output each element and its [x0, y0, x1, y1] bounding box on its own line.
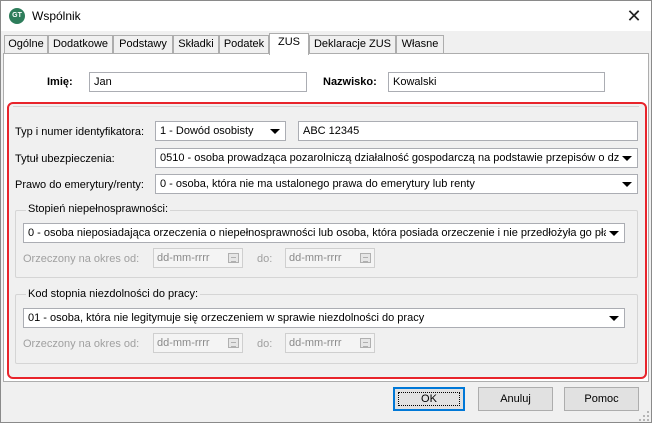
- incapacity-group: [15, 294, 638, 364]
- pension-right-label: Prawo do emerytury/renty:: [15, 179, 144, 191]
- calendar-icon[interactable]: [228, 253, 239, 263]
- last-name-label: Nazwisko:: [323, 76, 377, 88]
- section-divider: [13, 106, 639, 107]
- insurance-title-label: Tytuł ubezpieczenia:: [15, 153, 115, 165]
- first-name-label: Imię:: [47, 76, 73, 88]
- disability-period-to-label: do:: [257, 253, 273, 265]
- help-button[interactable]: Pomoc: [564, 387, 639, 411]
- calendar-icon[interactable]: [360, 253, 371, 263]
- tab-deklaracje-zus[interactable]: Deklaracje ZUS: [309, 35, 396, 54]
- incapacity-date-from[interactable]: dd-mm-rrrr: [153, 333, 243, 353]
- tab-wlasne[interactable]: Własne: [396, 35, 444, 54]
- incapacity-select[interactable]: 01 - osoba, która nie legitymuje się orz…: [23, 308, 625, 328]
- tab-skladki[interactable]: Składki: [173, 35, 219, 54]
- window-title: Wspólnik: [32, 9, 81, 23]
- app-icon: GT: [9, 8, 25, 24]
- id-type-value: 1 - Dowód osobisty: [160, 125, 254, 137]
- dialog-window: GT Wspólnik ✕ Ogólne Dodatkowe Podstawy …: [0, 0, 652, 423]
- tab-dodatkowe[interactable]: Dodatkowe: [48, 35, 113, 54]
- id-type-label: Typ i numer identyfikatora:: [15, 126, 145, 138]
- disability-date-to[interactable]: dd-mm-rrrr: [285, 248, 375, 268]
- resize-grip-icon[interactable]: [639, 411, 649, 421]
- tab-zus[interactable]: ZUS: [269, 33, 309, 55]
- chevron-down-icon: [609, 231, 619, 236]
- id-number-field[interactable]: ABC 12345: [298, 121, 638, 141]
- date-placeholder: dd-mm-rrrr: [289, 337, 342, 349]
- disability-period-from-label: Orzeczony na okres od:: [23, 253, 140, 265]
- disability-value: 0 - osoba nieposiadająca orzeczenia o ni…: [28, 227, 606, 239]
- date-placeholder: dd-mm-rrrr: [157, 252, 210, 264]
- pension-right-value: 0 - osoba, która nie ma ustalonego prawa…: [160, 178, 475, 190]
- tab-podstawy[interactable]: Podstawy: [113, 35, 173, 54]
- incapacity-period-from-label: Orzeczony na okres od:: [23, 338, 140, 350]
- date-placeholder: dd-mm-rrrr: [157, 337, 210, 349]
- insurance-title-value: 0510 - osoba prowadząca pozarolniczą dzi…: [160, 152, 619, 164]
- close-icon[interactable]: ✕: [619, 3, 649, 29]
- calendar-icon[interactable]: [228, 338, 239, 348]
- chevron-down-icon: [622, 182, 632, 187]
- disability-date-from[interactable]: dd-mm-rrrr: [153, 248, 243, 268]
- tab-strip: Ogólne Dodatkowe Podstawy Składki Podate…: [1, 33, 651, 55]
- date-placeholder: dd-mm-rrrr: [289, 252, 342, 264]
- id-type-select[interactable]: 1 - Dowód osobisty: [155, 121, 286, 141]
- disability-select[interactable]: 0 - osoba nieposiadająca orzeczenia o ni…: [23, 223, 625, 243]
- pension-right-select[interactable]: 0 - osoba, która nie ma ustalonego prawa…: [155, 174, 638, 194]
- tab-ogolne[interactable]: Ogólne: [4, 35, 48, 54]
- tab-podatek[interactable]: Podatek: [219, 35, 269, 54]
- chevron-down-icon: [609, 316, 619, 321]
- title-bar: GT Wspólnik ✕: [1, 1, 651, 31]
- incapacity-value: 01 - osoba, która nie legitymuje się orz…: [28, 312, 425, 324]
- insurance-title-select[interactable]: 0510 - osoba prowadząca pozarolniczą dzi…: [155, 148, 638, 168]
- last-name-field[interactable]: Kowalski: [388, 72, 605, 92]
- incapacity-date-to[interactable]: dd-mm-rrrr: [285, 333, 375, 353]
- incapacity-group-title: Kod stopnia niezdolności do pracy:: [26, 288, 200, 300]
- calendar-icon[interactable]: [360, 338, 371, 348]
- ok-button-label: OK: [421, 393, 437, 405]
- incapacity-period-to-label: do:: [257, 338, 273, 350]
- chevron-down-icon: [270, 129, 280, 134]
- first-name-field[interactable]: Jan: [89, 72, 307, 92]
- cancel-button[interactable]: Anuluj: [478, 387, 553, 411]
- chevron-down-icon: [622, 156, 632, 161]
- disability-group-title: Stopień niepełnosprawności:: [26, 203, 171, 215]
- ok-button[interactable]: OK: [393, 387, 465, 411]
